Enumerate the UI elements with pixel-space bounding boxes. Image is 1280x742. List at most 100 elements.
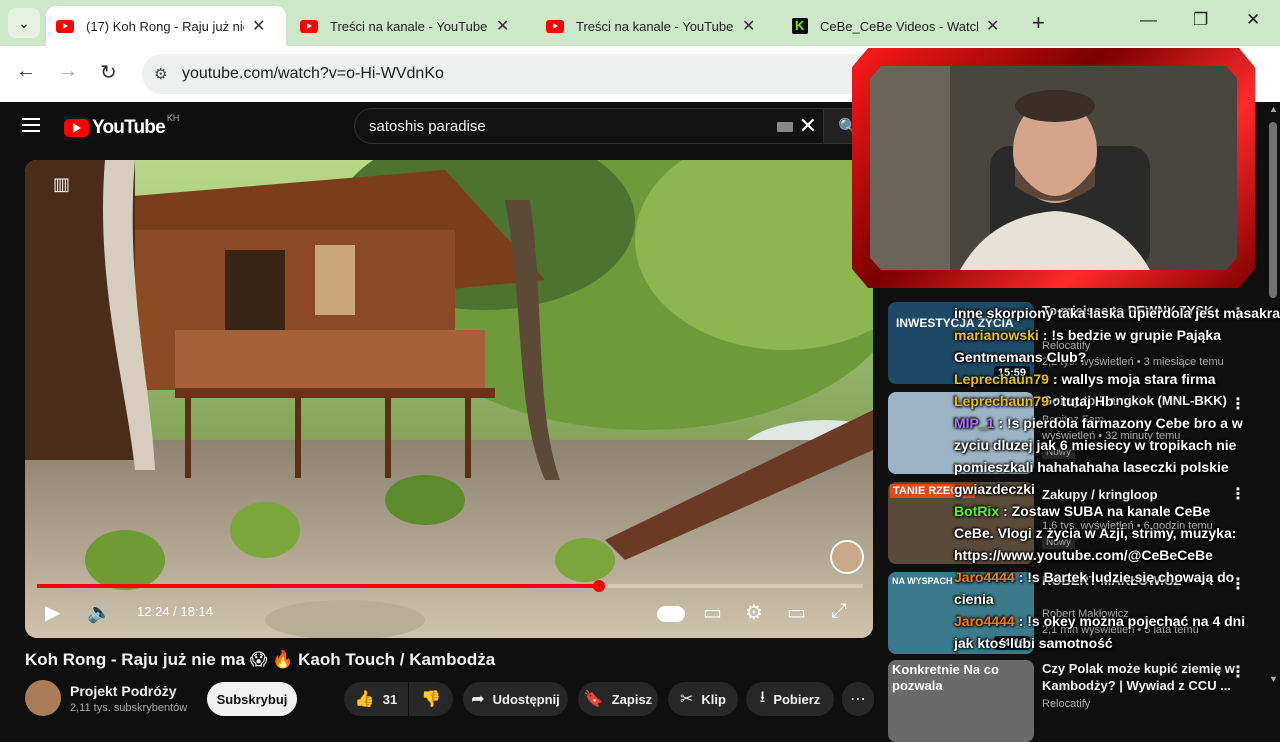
forward-arrow-icon[interactable]: → (58, 60, 78, 83)
close-icon[interactable]: ✕ (252, 16, 265, 36)
chat-username: MIP_1 (954, 415, 995, 431)
chat-text: zyciu dluzej jak 6 miesiecy w tropikach … (954, 437, 1237, 453)
chat-message: pomieszkali hahahahaha laseczki polskie (954, 456, 1229, 478)
tab-kick-cebe[interactable]: CeBe_CeBe Videos - Watch CeBe ✕ (782, 6, 1022, 46)
scrubber-handle[interactable] (592, 580, 605, 592)
chat-message: https://www.youtube.com/@CeBeCeBe (954, 544, 1213, 566)
time-total: 18:14 (180, 604, 213, 619)
time-display: 12:24 / 18:14 (137, 604, 213, 619)
subtitles-icon[interactable]: ▭ (703, 600, 722, 625)
thumbs-down-icon: 👎 (421, 691, 441, 708)
clear-search-icon[interactable]: ✕ (799, 113, 817, 139)
chat-text: : !s bedzie w grupie Pająka (1042, 327, 1221, 343)
chat-message: marianowski: !s bedzie w grupie Pająka (954, 324, 1221, 346)
video-player[interactable]: ▥ ▶ 🔊 12:24 / 18:14 ▭ ⚙ ▭ ⤢ (25, 160, 873, 638)
webcam-overlay (852, 48, 1255, 288)
like-button[interactable]: 👍 31 (344, 682, 408, 716)
progress-bar[interactable] (37, 580, 863, 592)
theater-mode-icon[interactable]: ▭ (787, 600, 806, 625)
play-icon[interactable]: ▶ (45, 600, 60, 625)
close-icon[interactable]: ✕ (986, 16, 999, 36)
scissors-icon: ✂ (680, 691, 694, 708)
volume-icon[interactable]: 🔊 (87, 600, 112, 625)
menu-icon[interactable] (22, 118, 40, 136)
new-tab-icon[interactable]: + (1032, 10, 1045, 36)
more-horizontal-icon: ⋯ (850, 691, 866, 708)
share-button[interactable]: ➦ Udostępnij (463, 682, 568, 716)
clip-label: Klip (701, 691, 726, 707)
download-button[interactable]: ⭳ Pobierz (746, 682, 834, 716)
close-icon[interactable]: ✕ (496, 16, 509, 36)
recommendation-item[interactable]: Konkretnie Na co pozwala Czy Polak może … (888, 660, 1268, 742)
more-actions-button[interactable]: ⋯ (842, 682, 874, 716)
close-icon[interactable]: ✕ (742, 16, 755, 36)
chat-text: inne skorpiony taka laska upierdola jest… (954, 305, 1280, 321)
keyboard-icon[interactable] (777, 122, 793, 132)
video-title: Koh Rong - Raju już nie ma 😱 🔥 Kaoh Touc… (25, 650, 496, 669)
tab-youtube-studio-1[interactable]: Treści na kanale - YouTube Studio ✕ (290, 6, 530, 46)
chat-text: cienia (954, 591, 994, 607)
youtube-icon (56, 19, 74, 33)
kick-icon (792, 18, 808, 34)
chat-text: : tutaj Hb (1052, 393, 1114, 409)
channel-avatar[interactable] (25, 680, 61, 716)
chat-message: CeBe. Vlogi z życia w Azji, strimy, muzy… (954, 522, 1236, 544)
chat-text: jak ktoś lubi samotność (954, 635, 1113, 651)
chat-text: https://www.youtube.com/@CeBeCeBe (954, 547, 1213, 563)
thumbs-up-icon: 👍 (354, 691, 375, 708)
scroll-up-icon[interactable]: ▲ (1269, 104, 1278, 114)
minimize-icon[interactable]: — (1140, 10, 1157, 30)
chat-text: pomieszkali hahahahaha laseczki polskie (954, 459, 1229, 475)
browser-tab-strip: ⌄ (17) Koh Rong - Raju już nie ma ✕ Treś… (0, 0, 1280, 46)
download-label: Pobierz (773, 691, 821, 707)
chat-username: BotRix (954, 503, 1000, 519)
more-vertical-icon[interactable]: ⋮ (1230, 394, 1246, 414)
chat-username: Leprechaun79 (954, 393, 1049, 409)
window-close-icon[interactable]: ✕ (1246, 10, 1260, 30)
scroll-down-icon[interactable]: ▼ (1269, 674, 1278, 684)
channel-watermark[interactable] (830, 540, 864, 574)
tab-youtube-studio-2[interactable]: Treści na kanale - YouTube Studio ✕ (536, 6, 776, 46)
chat-message: inne skorpiony taka laska upierdola jest… (954, 302, 1280, 324)
url-text: youtube.com/watch?v=o-Hi-WVdnKo (182, 65, 444, 82)
chat-text: : !s okey można pojechać na 4 dni (1018, 613, 1246, 629)
chat-message: BotRix: Zostaw SUBA na kanale CeBe (954, 500, 1210, 522)
autoplay-toggle[interactable] (657, 606, 685, 622)
save-button[interactable]: 🔖 Zapisz (578, 682, 658, 716)
chat-username: Leprechaun79 (954, 371, 1049, 387)
address-bar[interactable]: ⚙ youtube.com/watch?v=o-Hi-WVdnKo (142, 54, 882, 94)
tab-title: (17) Koh Rong - Raju już nie ma (86, 18, 244, 34)
video-thumbnail[interactable]: Konkretnie Na co pozwala (888, 660, 1034, 742)
subscribe-button[interactable]: Subskrybuj (207, 682, 297, 716)
subscriber-count: 2,11 tys. subskrybentów (70, 702, 188, 714)
chat-text: : wallys moja stara firma (1052, 371, 1216, 387)
back-arrow-icon[interactable]: ← (16, 60, 36, 83)
more-vertical-icon[interactable]: ⋮ (1230, 484, 1246, 504)
more-vertical-icon[interactable]: ⋮ (1230, 662, 1246, 682)
miniplayer-icon[interactable]: ▥ (53, 174, 70, 195)
share-icon: ➦ (471, 691, 485, 708)
page-scrollbar[interactable]: ▲ ▼ (1266, 102, 1280, 720)
clip-button[interactable]: ✂ Klip (668, 682, 738, 716)
restore-icon[interactable]: ❐ (1193, 10, 1208, 30)
tab-search-button[interactable]: ⌄ (8, 8, 40, 38)
chat-message: zyciu dluzej jak 6 miesiecy w tropikach … (954, 434, 1236, 456)
chevron-down-icon: ⌄ (18, 14, 30, 31)
fullscreen-icon[interactable]: ⤢ (831, 600, 847, 623)
tab-koh-rong[interactable]: (17) Koh Rong - Raju już nie ma ✕ (46, 6, 286, 46)
search-input[interactable]: satoshis paradise ✕ (354, 108, 824, 144)
chat-message: Leprechaun79: tutaj Hb (954, 390, 1114, 412)
site-info-icon[interactable]: ⚙ (154, 65, 167, 83)
scrollbar-thumb[interactable] (1269, 122, 1277, 298)
youtube-logo[interactable]: YouTube KH (64, 113, 179, 139)
chat-text: Gentmemans Club? (954, 349, 1087, 365)
settings-icon[interactable]: ⚙ (745, 600, 763, 625)
bookmark-icon: 🔖 (583, 691, 604, 708)
channel-name[interactable]: Projekt Podróży (70, 683, 177, 699)
recommendation-title: Czy Polak może kupić ziemię w Kambodży? … (1042, 661, 1235, 693)
tab-title: Treści na kanale - YouTube Studio (576, 18, 734, 34)
chat-message: Jaro4444: !s okey można pojechać na 4 dn… (954, 610, 1245, 632)
search-query: satoshis paradise (369, 117, 486, 135)
reload-icon[interactable]: ↻ (100, 60, 117, 85)
dislike-button[interactable]: 👎 (409, 682, 453, 716)
